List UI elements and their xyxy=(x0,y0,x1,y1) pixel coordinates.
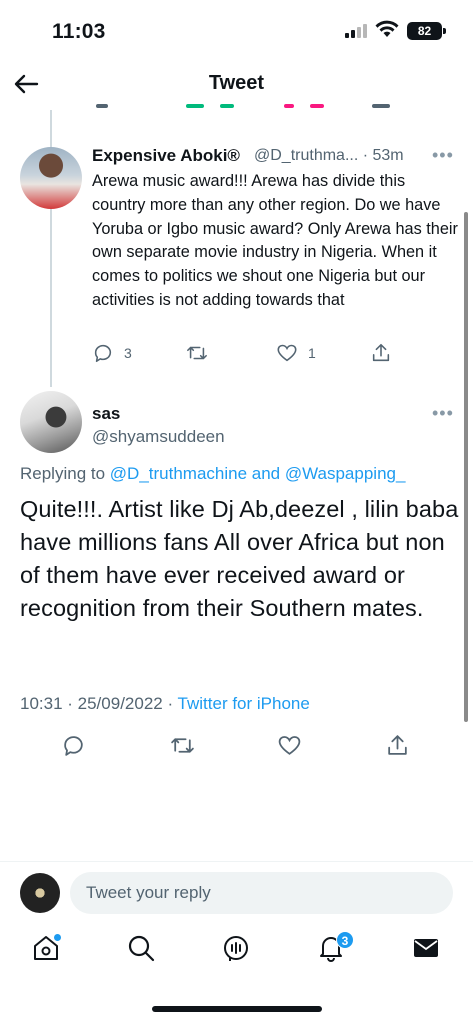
tweet-timestamp: 10:31 · 25/09/2022 · xyxy=(20,694,178,713)
battery-icon: 82 xyxy=(407,22,442,40)
avatar[interactable] xyxy=(20,391,82,453)
heart-icon[interactable] xyxy=(277,733,302,758)
top-header: Tweet xyxy=(0,58,473,110)
share-button[interactable] xyxy=(370,340,392,366)
parent-tweet-text: Arewa music award!!! Arewa has divide th… xyxy=(92,172,458,309)
battery-tip xyxy=(443,28,446,34)
scrollbar[interactable] xyxy=(464,212,468,722)
parent-tweet-actions: 3 1 xyxy=(92,340,412,366)
reply-icon xyxy=(94,344,112,363)
main-handle[interactable]: @shyamsuddeen xyxy=(92,427,225,447)
reply-button[interactable]: 3 xyxy=(92,340,132,366)
main-display-name[interactable]: sas xyxy=(92,404,120,424)
status-time: 11:03 xyxy=(52,20,106,43)
status-bar: 11:03 82 xyxy=(0,0,473,58)
tweet-timestamp-line: 10:31 · 25/09/2022 · Twitter for iPhone xyxy=(20,694,310,714)
heart-icon xyxy=(277,344,297,362)
like-count: 1 xyxy=(308,345,316,361)
avatar[interactable] xyxy=(20,873,60,913)
mail-icon xyxy=(414,939,438,957)
replying-to-line: Replying to @D_truthmachine and @Waspapp… xyxy=(20,464,405,484)
retweet-icon[interactable] xyxy=(170,733,195,758)
main-tweet-text: Quite!!!. Artist like Dj Ab,deezel , lil… xyxy=(20,496,459,621)
share-icon xyxy=(372,343,390,362)
more-options-icon[interactable]: ••• xyxy=(432,146,454,164)
retweet-icon xyxy=(187,346,207,360)
more-options-icon[interactable]: ••• xyxy=(432,404,454,422)
previous-tweet-actions-peek xyxy=(0,104,473,114)
page-title: Tweet xyxy=(208,72,265,94)
parent-handle-time: @D_truthma... · 53m xyxy=(254,147,404,164)
spaces-icon xyxy=(224,936,248,961)
main-tweet-actions xyxy=(0,733,473,761)
tweet-source-link[interactable]: Twitter for iPhone xyxy=(178,694,310,713)
reply-icon[interactable] xyxy=(61,733,86,758)
home-new-dot xyxy=(54,934,61,941)
nav-search[interactable] xyxy=(126,933,156,963)
reply-input[interactable] xyxy=(70,872,453,914)
home-indicator xyxy=(152,1006,322,1012)
bottom-nav xyxy=(0,925,473,985)
share-icon[interactable] xyxy=(385,733,410,758)
retweet-button[interactable] xyxy=(186,340,208,366)
parent-display-name[interactable]: Expensive Aboki® xyxy=(92,146,240,166)
wifi-icon xyxy=(375,20,399,37)
replying-to-users-link[interactable]: @D_truthmachine and @Waspapping_ xyxy=(110,464,406,483)
like-button[interactable]: 1 xyxy=(276,340,316,366)
nav-spaces[interactable] xyxy=(221,933,251,963)
avatar[interactable] xyxy=(20,147,82,209)
notifications-badge: 3 xyxy=(336,931,354,949)
search-icon xyxy=(128,935,155,962)
cellular-signal-icon xyxy=(345,24,367,38)
reply-count: 3 xyxy=(124,345,132,361)
replying-prefix: Replying to xyxy=(20,464,110,483)
nav-messages[interactable] xyxy=(411,933,441,963)
